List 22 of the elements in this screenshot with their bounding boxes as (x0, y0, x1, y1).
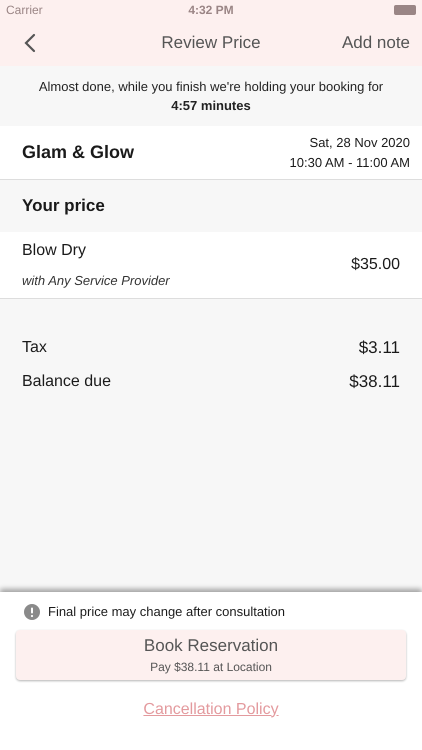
book-reservation-button[interactable]: Book Reservation Pay $38.11 at Location (16, 630, 406, 680)
service-price: $35.00 (351, 255, 400, 275)
booking-hold-message: Almost done, while you finish we're holding your booking for (38, 78, 384, 96)
countdown-timer: 4:57 minutes (171, 97, 251, 115)
add-note-button[interactable]: Add note (342, 30, 410, 56)
salon-name: Glam & Glow (22, 141, 134, 164)
back-icon (24, 33, 36, 53)
section-title: Your price (21, 195, 106, 218)
appointment-time: 10:30 AM - 11:00 AM (290, 154, 410, 172)
price-notice: Final price may change after consultation (48, 603, 286, 621)
total-amount: $38.11 (349, 371, 400, 394)
status-time: 4:32 PM (188, 2, 234, 19)
service-name: Blow Dry (22, 241, 88, 262)
total-label: Balance due (22, 372, 111, 392)
carrier-text: Carrier (6, 2, 44, 19)
page-title: Review Price (161, 32, 261, 54)
service-provider: with Any Service Provider (22, 272, 170, 290)
exclamation-icon (24, 604, 40, 620)
appointment-date: Sat, 28 Nov 2020 (310, 134, 410, 152)
total-amount: $3.11 (358, 337, 400, 360)
total-label: Tax (22, 338, 47, 358)
battery-icon (394, 5, 416, 15)
